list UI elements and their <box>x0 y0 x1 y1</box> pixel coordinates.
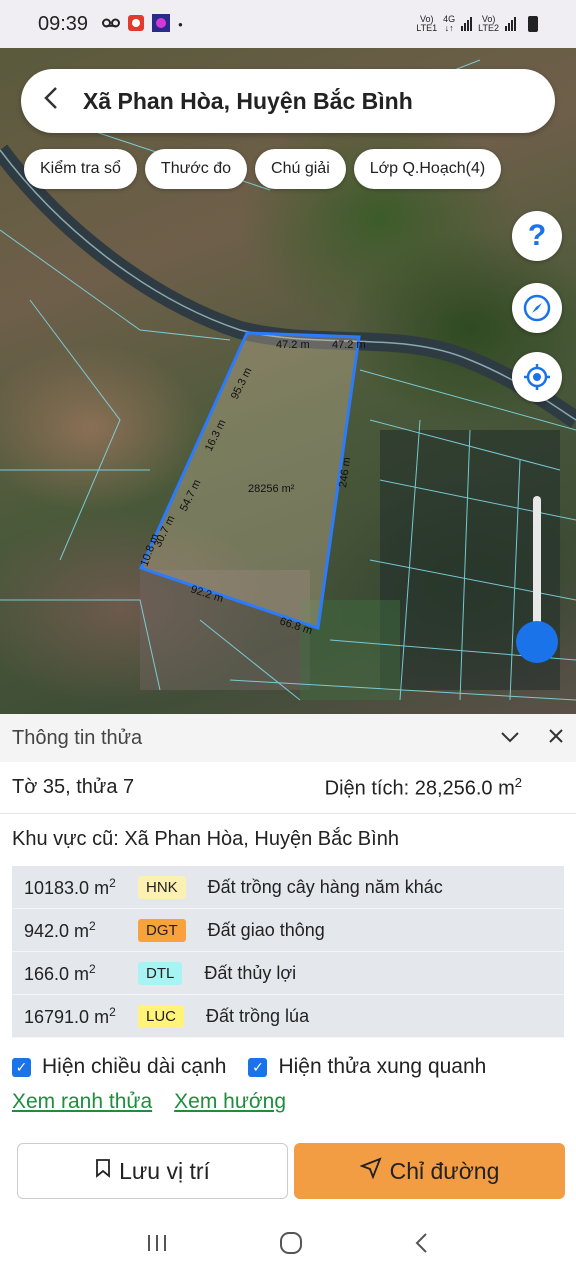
recent-apps-icon[interactable] <box>146 1232 168 1260</box>
table-row: 166.0 m2 DTL Đất thủy lợi <box>12 952 564 995</box>
land-use-name: Đất trồng cây hàng năm khác <box>207 876 443 897</box>
back-arrow-icon[interactable] <box>41 85 77 118</box>
location-header: Xã Phan Hòa, Huyện Bắc Bình <box>21 69 555 133</box>
data-type-indicator: 4G ↓↑ <box>443 14 456 33</box>
home-icon[interactable] <box>279 1231 303 1262</box>
edge-label: 47.2 m <box>332 339 366 351</box>
show-edge-length-label[interactable]: Hiện chiều dài cạnh <box>42 1055 226 1079</box>
save-location-button[interactable]: Lưu vị trí <box>17 1143 288 1199</box>
sim1-indicator: Vo) LTE1 <box>416 14 438 33</box>
land-code-badge: DTL <box>138 961 183 985</box>
question-icon: ? <box>527 219 547 252</box>
zoom-slider-handle[interactable] <box>516 621 558 663</box>
edge-label: 47.2 m <box>276 339 310 351</box>
back-icon[interactable] <box>414 1232 430 1261</box>
voicemail-icon <box>102 17 121 32</box>
land-area: 166.0 m2 <box>24 961 96 984</box>
land-use-name: Đất giao thông <box>207 919 325 940</box>
parcel-info-panel: Thông tin thửa Tờ 35, thửa 7 Diện tích: … <box>0 714 576 1280</box>
chevron-down-icon[interactable] <box>500 727 520 750</box>
ruler-chip[interactable]: Thước đo <box>144 149 248 189</box>
navigation-arrow-icon <box>359 1157 382 1185</box>
compass-icon <box>523 294 551 322</box>
compass-button[interactable] <box>512 283 562 333</box>
directions-button[interactable]: Chỉ đường <box>294 1143 565 1199</box>
status-bar: 09:39 • Vo) LTE1 4G ↓↑ Vo) LTE2 <box>0 0 576 48</box>
map-tools: Kiểm tra sổ Thước đo Chú giải Lớp Q.Hoạc… <box>24 149 502 189</box>
land-area: 16791.0 m2 <box>24 1004 116 1027</box>
signal-icon <box>461 17 473 31</box>
status-indicators: Vo) LTE1 4G ↓↑ Vo) LTE2 <box>416 15 538 33</box>
panel-links: Xem ranh thửa Xem hướng <box>0 1090 576 1114</box>
signal-icon-2 <box>505 17 516 31</box>
land-use-table: 10183.0 m2 HNK Đất trồng cây hàng năm kh… <box>12 866 564 1038</box>
battery-icon <box>528 16 538 32</box>
land-code-badge: HNK <box>138 875 186 899</box>
panel-title: Thông tin thửa <box>12 726 143 749</box>
parcel-summary-row: Tờ 35, thửa 7 Diện tích: 28,256.0 m2 <box>0 762 576 814</box>
show-neighbors-label[interactable]: Hiện thửa xung quanh <box>278 1055 486 1079</box>
help-button[interactable]: ? <box>512 211 562 261</box>
system-nav-bar <box>0 1212 576 1280</box>
land-code-badge: DGT <box>138 918 186 942</box>
map-overlay: 47.2 m 47.2 m 95.3 m 16.3 m 54.7 m 30.7 … <box>0 59 576 701</box>
location-title: Xã Phan Hòa, Huyện Bắc Bình <box>83 87 413 114</box>
parcel-area: Diện tích: 28,256.0 m2 <box>324 774 522 800</box>
satellite-map[interactable]: 47.2 m 47.2 m 95.3 m 16.3 m 54.7 m 30.7 … <box>0 48 576 714</box>
show-edge-length-checkbox[interactable]: ✓ <box>12 1057 31 1077</box>
close-icon[interactable] <box>548 727 564 750</box>
check-book-chip[interactable]: Kiểm tra sổ <box>24 149 137 189</box>
land-area: 10183.0 m2 <box>24 875 116 898</box>
planning-layer-chip[interactable]: Lớp Q.Hoạch(4) <box>353 149 502 189</box>
display-options: ✓ Hiện chiều dài cạnh ✓ Hiện thửa xung q… <box>0 1052 576 1082</box>
table-row: 942.0 m2 DGT Đất giao thông <box>12 909 564 952</box>
action-buttons: Lưu vị trí Chỉ đường <box>17 1143 565 1199</box>
table-row: 16791.0 m2 LUC Đất trồng lúa <box>12 995 564 1038</box>
my-location-button[interactable] <box>512 352 562 402</box>
legend-chip[interactable]: Chú giải <box>255 149 346 189</box>
app-notification-icon <box>128 14 145 34</box>
land-use-name: Đất trồng lúa <box>206 1005 310 1026</box>
sheet-parcel-number: Tờ 35, thửa 7 <box>12 776 135 798</box>
show-neighbors-checkbox[interactable]: ✓ <box>248 1057 268 1077</box>
view-boundary-link[interactable]: Xem ranh thửa <box>12 1090 152 1114</box>
table-row: 10183.0 m2 HNK Đất trồng cây hàng năm kh… <box>12 866 564 909</box>
app-notification-icon-2 <box>152 13 171 35</box>
old-area-text: Khu vực cũ: Xã Phan Hòa, Huyện Bắc Bình <box>12 828 399 850</box>
crosshair-icon <box>524 364 550 390</box>
bookmark-icon <box>95 1158 111 1184</box>
parcel-area-label: 28256 m² <box>248 483 295 495</box>
more-notifications-dot-icon: • <box>178 16 183 32</box>
land-area: 942.0 m2 <box>24 918 96 941</box>
sim2-indicator: Vo) LTE2 <box>478 14 499 33</box>
panel-header: Thông tin thửa <box>0 714 576 762</box>
land-use-name: Đất thủy lợi <box>204 962 297 983</box>
clock: 09:39 <box>38 12 89 35</box>
view-direction-link[interactable]: Xem hướng <box>174 1090 286 1114</box>
land-code-badge: LUC <box>138 1004 185 1028</box>
